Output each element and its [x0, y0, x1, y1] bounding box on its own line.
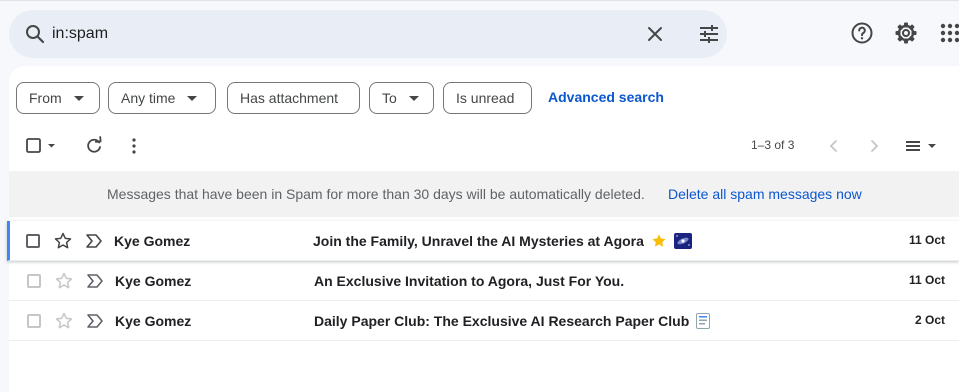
- email-row[interactable]: Kye Gomez Join the Family, Unravel the A…: [7, 221, 959, 261]
- email-date: 2 Oct: [914, 313, 945, 327]
- tune-icon[interactable]: [697, 22, 721, 46]
- advanced-search-link[interactable]: Advanced search: [548, 89, 664, 105]
- chip-label: From: [29, 90, 62, 106]
- mail-list-panel: From Any time Has attachment To Is unrea…: [7, 66, 959, 392]
- star-icon[interactable]: [54, 271, 74, 291]
- spam-info-banner: Messages that have been in Spam for more…: [9, 171, 959, 217]
- star-emoji: [651, 233, 667, 252]
- email-sender: Kye Gomez: [114, 233, 191, 249]
- email-subject: Daily Paper Club: The Exclusive AI Resea…: [314, 313, 711, 332]
- filter-chip-any-time[interactable]: Any time: [108, 82, 216, 114]
- email-sender: Kye Gomez: [115, 273, 192, 289]
- chevron-left-icon[interactable]: [822, 134, 846, 158]
- bookmark-tabs-emoji: [696, 313, 711, 332]
- delete-all-spam-link[interactable]: Delete all spam messages now: [668, 186, 862, 202]
- row-checkbox[interactable]: [27, 314, 41, 328]
- help-icon[interactable]: [850, 21, 874, 45]
- galaxy-emoji: [673, 233, 692, 252]
- email-date: 11 Oct: [908, 273, 945, 287]
- email-sender: Kye Gomez: [115, 313, 192, 329]
- top-bar: [0, 0, 959, 66]
- filter-chip-has-attachment[interactable]: Has attachment: [227, 82, 360, 114]
- email-subject: Join the Family, Unravel the AI Mysterie…: [313, 233, 692, 252]
- email-subject-text: Join the Family, Unravel the AI Mysterie…: [313, 233, 644, 249]
- filter-chip-from[interactable]: From: [16, 82, 100, 114]
- close-icon[interactable]: [643, 22, 667, 46]
- important-marker-icon[interactable]: [85, 272, 105, 290]
- select-all-checkbox[interactable]: [23, 134, 59, 158]
- more-vert-icon[interactable]: [122, 134, 146, 158]
- email-row[interactable]: Kye Gomez Daily Paper Club: The Exclusiv…: [9, 301, 959, 341]
- apps-grid-icon[interactable]: [938, 21, 959, 45]
- dropdown-caret-icon: [408, 95, 419, 101]
- filter-chip-is-unread[interactable]: Is unread: [443, 82, 532, 114]
- filter-chip-to[interactable]: To: [369, 82, 434, 114]
- star-icon[interactable]: [54, 311, 74, 331]
- email-subject-text: Daily Paper Club: The Exclusive AI Resea…: [314, 313, 690, 329]
- chevron-right-icon[interactable]: [862, 134, 886, 158]
- search-bar[interactable]: [9, 10, 727, 58]
- chip-label: Is unread: [456, 90, 515, 106]
- top-divider: [0, 0, 959, 1]
- email-subject: An Exclusive Invitation to Agora, Just F…: [314, 273, 625, 289]
- important-marker-icon[interactable]: [84, 232, 104, 250]
- pagination-count: 1–3 of 3: [751, 138, 795, 152]
- email-date: 11 Oct: [908, 233, 945, 247]
- email-row[interactable]: Kye Gomez An Exclusive Invitation to Ago…: [9, 261, 959, 301]
- dropdown-caret-icon: [73, 95, 84, 101]
- important-marker-icon[interactable]: [85, 312, 105, 330]
- refresh-icon[interactable]: [82, 134, 106, 158]
- dropdown-caret-icon: [187, 95, 198, 101]
- spam-retention-message: Messages that have been in Spam for more…: [107, 186, 645, 202]
- row-checkbox[interactable]: [26, 234, 40, 248]
- row-checkbox[interactable]: [27, 274, 41, 288]
- star-icon[interactable]: [53, 231, 73, 251]
- gear-icon[interactable]: [894, 21, 918, 45]
- chip-label: Has attachment: [240, 90, 339, 106]
- chip-label: To: [382, 90, 397, 106]
- chip-label: Any time: [121, 90, 176, 106]
- search-input[interactable]: [52, 22, 612, 46]
- search-icon[interactable]: [23, 22, 47, 46]
- density-icon[interactable]: [902, 134, 942, 158]
